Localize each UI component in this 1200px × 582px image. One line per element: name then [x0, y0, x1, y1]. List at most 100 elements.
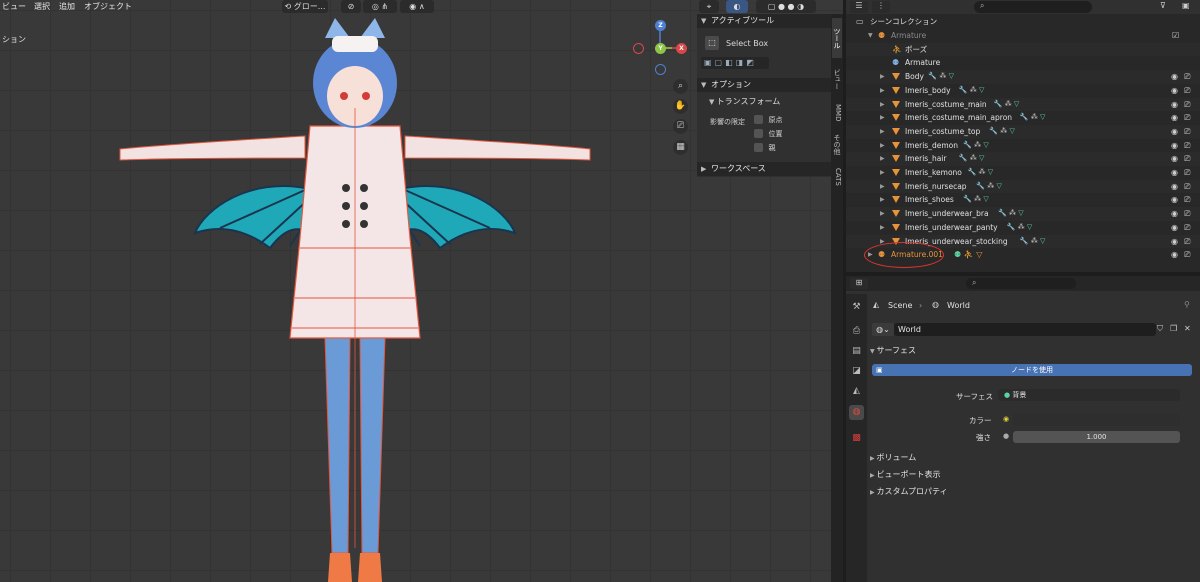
- expand-arrow-icon[interactable]: ▶: [880, 166, 885, 180]
- outliner-row[interactable]: ▶ Imeris_underwear_bra 🔧 ⁂ ▽ ◉ ⎚: [846, 207, 1200, 221]
- render-camera-icon[interactable]: ⎚: [1184, 193, 1190, 207]
- world-browse-dropdown[interactable]: ◍⌄: [872, 323, 894, 336]
- visibility-eye-icon[interactable]: ◉: [1171, 98, 1178, 112]
- expand-arrow-icon[interactable]: ▶: [880, 180, 885, 194]
- render-camera-icon[interactable]: ⎚: [1184, 84, 1190, 98]
- checkbox-box[interactable]: [754, 115, 763, 124]
- render-camera-icon[interactable]: ⎚: [1184, 139, 1190, 153]
- gizmo-y-axis[interactable]: Y: [655, 43, 666, 54]
- character-model[interactable]: [110, 8, 600, 582]
- expand-arrow-icon[interactable]: ▶: [880, 125, 885, 139]
- render-camera-icon[interactable]: ⎚: [1184, 248, 1190, 262]
- volume-panel-header[interactable]: ▶ ボリューム: [870, 450, 1200, 465]
- strength-socket-icon[interactable]: ●: [1003, 432, 1009, 440]
- expand-arrow-icon[interactable]: ▶: [880, 139, 885, 153]
- gizmo-x-axis[interactable]: X: [676, 43, 687, 54]
- perspective-grid-icon[interactable]: ▦: [673, 140, 688, 155]
- shading-mode-buttons[interactable]: ▢ ● ● ◑: [756, 0, 816, 13]
- outliner-row[interactable]: ⚉ Armature: [846, 56, 1200, 70]
- checkbox-box[interactable]: [754, 143, 763, 152]
- render-camera-icon[interactable]: ⎚: [1184, 235, 1190, 249]
- world-name-field[interactable]: World: [894, 323, 1156, 336]
- render-camera-icon[interactable]: ⎚: [1184, 98, 1190, 112]
- expand-arrow-icon[interactable]: ▶: [880, 84, 885, 98]
- display-mode-icon[interactable]: ⋮: [872, 1, 890, 13]
- custom-properties-panel-header[interactable]: ▶ カスタムプロパティ: [870, 484, 1200, 499]
- outliner-row[interactable]: ▶ Imeris_body 🔧 ⁂ ▽ ◉ ⎚: [846, 84, 1200, 98]
- render-camera-icon[interactable]: ⎚: [1184, 70, 1190, 84]
- render-camera-icon[interactable]: ⎚: [1184, 180, 1190, 194]
- visibility-eye-icon[interactable]: ◉: [1171, 193, 1178, 207]
- active-tool-header[interactable]: ▼ アクティブツール: [697, 14, 831, 28]
- visibility-eye-icon[interactable]: ◉: [1171, 166, 1178, 180]
- menu-view[interactable]: ビュー: [2, 1, 26, 12]
- strength-slider[interactable]: 1.000: [1013, 431, 1180, 443]
- select-box-icon[interactable]: ⬚: [705, 36, 719, 50]
- expand-arrow-icon[interactable]: ▶: [880, 221, 885, 235]
- tab-cats[interactable]: CATS: [832, 164, 842, 190]
- outliner-row[interactable]: ▶ Imeris_shoes 🔧 ⁂ ▽ ◉ ⎚: [846, 193, 1200, 207]
- render-icon[interactable]: ⎙: [849, 324, 864, 339]
- visibility-eye-icon[interactable]: ◉: [1171, 139, 1178, 153]
- scene-collection-row[interactable]: ▭ シーンコレクション: [846, 15, 1200, 29]
- pin-icon[interactable]: ⚲: [1184, 300, 1190, 309]
- zoom-icon[interactable]: ⌕: [673, 79, 688, 94]
- properties-search-input[interactable]: ⌕: [966, 278, 1076, 289]
- collapse-arrow-icon[interactable]: ▼: [868, 29, 873, 43]
- visibility-eye-icon[interactable]: ◉: [1171, 180, 1178, 194]
- color-socket-icon[interactable]: ◉: [1003, 415, 1009, 423]
- outliner-row[interactable]: ▶ Imeris_hair 🔧 ⁂ ▽ ◉ ⎚: [846, 152, 1200, 166]
- outliner-row[interactable]: ▶ ⚉ Armature.001 ⚉ ⛹ ▽ ◉ ⎚: [846, 242, 1200, 269]
- unlink-close-icon[interactable]: ✕: [1184, 324, 1191, 333]
- expand-arrow-icon[interactable]: ▶: [880, 207, 885, 221]
- outliner-row[interactable]: ▶ Imeris_costume_main_apron 🔧 ⁂ ▽ ◉ ⎚: [846, 111, 1200, 125]
- render-camera-icon[interactable]: ⎚: [1184, 221, 1190, 235]
- filter-icon[interactable]: ⊽: [1160, 1, 1166, 10]
- use-nodes-button[interactable]: ▣ ノードを使用: [872, 364, 1192, 376]
- texture-icon[interactable]: ▩: [849, 431, 864, 446]
- surface-shader-field[interactable]: ● 背景: [998, 389, 1180, 401]
- color-swatch-field[interactable]: [1013, 414, 1180, 426]
- render-camera-icon[interactable]: ⎚: [1184, 125, 1190, 139]
- selection-mode-buttons[interactable]: ▣▢◧◨◩: [701, 57, 769, 69]
- viewport-display-panel-header[interactable]: ▶ ビューポート表示: [870, 467, 1200, 482]
- editor-type-icon[interactable]: ⊞: [850, 278, 868, 289]
- collection-checkbox-icon[interactable]: ☑: [1172, 29, 1179, 43]
- scene-icon[interactable]: ◭: [849, 384, 864, 399]
- visibility-eye-icon[interactable]: ◉: [1171, 207, 1178, 221]
- visibility-eye-icon[interactable]: ◉: [1171, 125, 1178, 139]
- world-icon[interactable]: ◍: [849, 405, 864, 420]
- duplicate-icon[interactable]: ❐: [1170, 324, 1177, 333]
- checkbox-locations[interactable]: 位置: [754, 129, 783, 139]
- menu-add[interactable]: 追加: [59, 1, 75, 12]
- expand-arrow-icon[interactable]: ▶: [880, 111, 885, 125]
- transform-subheader[interactable]: ▼ トランスフォーム: [709, 96, 780, 107]
- outliner-row[interactable]: ▶ Imeris_costume_main 🔧 ⁂ ▽ ◉ ⎚: [846, 97, 1200, 112]
- render-camera-icon[interactable]: ⎚: [1184, 166, 1190, 180]
- breadcrumb-scene[interactable]: Scene: [888, 301, 912, 310]
- tab-mmd[interactable]: MMD: [832, 100, 842, 126]
- options-header[interactable]: ▼ オプション: [697, 78, 831, 92]
- outliner-row[interactable]: ▶ Imeris_demon 🔧 ⁂ ▽ ◉ ⎚: [846, 139, 1200, 153]
- pan-hand-icon[interactable]: ✋: [673, 99, 688, 114]
- editor-type-icon[interactable]: ☰: [850, 1, 868, 13]
- visibility-eye-icon[interactable]: ◉: [1171, 221, 1178, 235]
- view-layer-icon[interactable]: ◪: [849, 364, 864, 379]
- checkbox-origins[interactable]: 原点: [754, 115, 783, 125]
- outliner-row[interactable]: ▼ ⚉ Armature ☑: [846, 29, 1200, 43]
- outliner-row[interactable]: ▶ Imeris_costume_top 🔧 ⁂ ▽ ◉ ⎚: [846, 124, 1200, 139]
- visibility-eye-icon[interactable]: ◉: [1171, 248, 1178, 262]
- checkbox-parents[interactable]: 親: [754, 143, 776, 153]
- visibility-eye-icon[interactable]: ◉: [1171, 84, 1178, 98]
- breadcrumb-world[interactable]: World: [947, 301, 970, 310]
- menu-select[interactable]: 選択: [34, 1, 50, 12]
- outliner-row[interactable]: ⛹ ポーズ: [846, 42, 1200, 57]
- fake-user-shield-icon[interactable]: ⛉: [1157, 324, 1163, 334]
- gizmo-neg-z[interactable]: [655, 64, 666, 75]
- tab-tool[interactable]: ツール: [832, 18, 842, 58]
- render-camera-icon[interactable]: ⎚: [1184, 111, 1190, 125]
- tab-view[interactable]: ビュー: [832, 64, 842, 94]
- visibility-eye-icon[interactable]: ◉: [1171, 152, 1178, 166]
- tool-settings-icon[interactable]: ⚒: [849, 300, 864, 315]
- outliner-row[interactable]: ▶ Imeris_nursecap 🔧 ⁂ ▽ ◉ ⎚: [846, 179, 1200, 194]
